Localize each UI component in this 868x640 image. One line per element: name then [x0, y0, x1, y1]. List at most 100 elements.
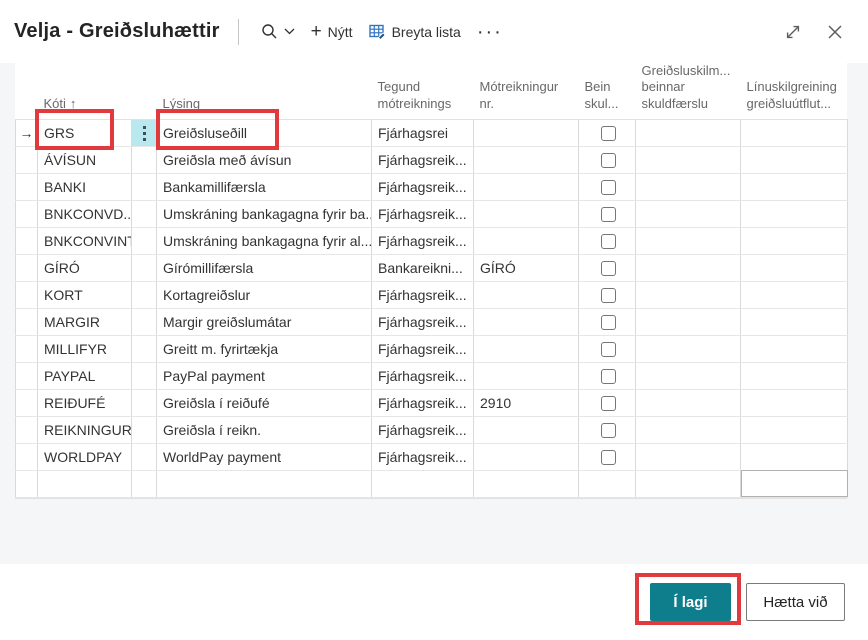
new-button[interactable]: + Nýtt	[303, 18, 361, 46]
account-type-cell[interactable]: Fjárhagsreik...	[372, 335, 474, 362]
code-cell[interactable]: ÁVÍSUN	[38, 146, 132, 173]
debit-terms-cell[interactable]	[636, 416, 741, 443]
debit-terms-cell[interactable]	[636, 227, 741, 254]
account-type-cell[interactable]: Fjárhagsrei	[372, 119, 474, 146]
line-definition-cell[interactable]	[741, 200, 848, 227]
row-selector-cell[interactable]	[16, 443, 38, 470]
row-selector-cell[interactable]	[16, 308, 38, 335]
direct-debit-checkbox[interactable]	[601, 180, 616, 195]
debit-terms-cell[interactable]	[636, 146, 741, 173]
description-cell[interactable]: Greiðsla með ávísun	[157, 146, 372, 173]
debit-terms-cell[interactable]	[636, 119, 741, 146]
description-cell[interactable]: Umskráning bankagagna fyrir ba...	[157, 200, 372, 227]
account-no-cell[interactable]	[474, 335, 579, 362]
description-cell[interactable]: Greitt m. fyrirtækja	[157, 335, 372, 362]
account-type-cell[interactable]: Fjárhagsreik...	[372, 362, 474, 389]
ok-button[interactable]: Í lagi	[650, 583, 731, 621]
line-definition-cell[interactable]	[741, 362, 848, 389]
row-options-cell[interactable]	[132, 443, 157, 470]
row-selector-cell[interactable]	[16, 173, 38, 200]
direct-debit-cell[interactable]	[579, 254, 636, 281]
row-options-cell[interactable]	[132, 146, 157, 173]
direct-debit-cell[interactable]	[579, 227, 636, 254]
line-definition-cell[interactable]	[741, 281, 848, 308]
code-cell[interactable]: BNKCONVD...	[38, 200, 132, 227]
account-no-cell[interactable]	[474, 173, 579, 200]
description-cell[interactable]: Margir greiðslumátar	[157, 308, 372, 335]
description-cell[interactable]: Greiðsluseðill	[157, 119, 372, 146]
code-cell[interactable]: GÍRÓ	[38, 254, 132, 281]
direct-debit-checkbox[interactable]	[601, 369, 616, 384]
row-options-cell[interactable]	[132, 416, 157, 443]
row-options-cell[interactable]	[132, 119, 157, 146]
description-cell[interactable]: Bankamillifærsla	[157, 173, 372, 200]
direct-debit-cell[interactable]	[579, 416, 636, 443]
direct-debit-checkbox[interactable]	[601, 450, 616, 465]
direct-debit-checkbox[interactable]	[601, 342, 616, 357]
direct-debit-checkbox[interactable]	[601, 234, 616, 249]
direct-debit-checkbox[interactable]	[601, 207, 616, 222]
table-row[interactable]: PAYPAL PayPal paymentFjárhagsreik...	[16, 362, 848, 389]
row-options-cell[interactable]	[132, 389, 157, 416]
account-type-cell[interactable]: Fjárhagsreik...	[372, 308, 474, 335]
code-cell[interactable]: PAYPAL	[38, 362, 132, 389]
row-selector-cell[interactable]	[16, 146, 38, 173]
header-account-no[interactable]: Mótreikningur nr.	[474, 63, 579, 119]
description-cell[interactable]: Gírómillifærsla	[157, 254, 372, 281]
header-line-definition[interactable]: Línuskilgreining greiðsluútflut...	[741, 63, 848, 119]
account-type-cell[interactable]: Fjárhagsreik...	[372, 146, 474, 173]
debit-terms-cell[interactable]	[636, 335, 741, 362]
row-selector-cell[interactable]	[16, 335, 38, 362]
direct-debit-cell[interactable]	[579, 389, 636, 416]
row-menu-icon[interactable]	[143, 126, 146, 141]
code-cell[interactable]: GRS	[38, 119, 132, 146]
line-definition-cell[interactable]	[741, 173, 848, 200]
account-type-cell[interactable]: Fjárhagsreik...	[372, 389, 474, 416]
account-no-cell[interactable]	[474, 443, 579, 470]
account-type-cell[interactable]: Bankareikni...	[372, 254, 474, 281]
table-row[interactable]: GÍRÓGírómillifærslaBankareikni...GÍRÓ	[16, 254, 848, 281]
account-no-cell[interactable]	[474, 146, 579, 173]
header-direct-debit[interactable]: Bein skul...	[579, 63, 636, 119]
table-row[interactable]: REIKNINGURGreiðsla í reikn.Fjárhagsreik.…	[16, 416, 848, 443]
direct-debit-cell[interactable]	[579, 173, 636, 200]
direct-debit-checkbox[interactable]	[601, 153, 616, 168]
direct-debit-checkbox[interactable]	[601, 423, 616, 438]
search-button[interactable]	[253, 17, 303, 46]
direct-debit-cell[interactable]	[579, 362, 636, 389]
account-no-cell[interactable]	[474, 308, 579, 335]
edit-list-button[interactable]: Breyta lista	[361, 17, 469, 46]
description-cell[interactable]: Greiðsla í reikn.	[157, 416, 372, 443]
code-cell[interactable]: REIÐUFÉ	[38, 389, 132, 416]
row-selector-cell[interactable]	[16, 200, 38, 227]
description-cell[interactable]: Greiðsla í reiðufé	[157, 389, 372, 416]
direct-debit-cell[interactable]	[579, 200, 636, 227]
direct-debit-checkbox[interactable]	[601, 315, 616, 330]
description-cell[interactable]: PayPal payment	[157, 362, 372, 389]
code-cell[interactable]: MARGIR	[38, 308, 132, 335]
row-options-cell[interactable]	[132, 227, 157, 254]
row-selector-cell[interactable]	[16, 227, 38, 254]
table-row[interactable]: ÁVÍSUN Greiðsla með ávísunFjárhagsreik...	[16, 146, 848, 173]
line-definition-cell[interactable]	[741, 119, 848, 146]
account-type-cell[interactable]: Fjárhagsreik...	[372, 443, 474, 470]
account-no-cell[interactable]	[474, 362, 579, 389]
close-button[interactable]	[822, 19, 848, 45]
account-no-cell[interactable]	[474, 119, 579, 146]
direct-debit-cell[interactable]	[579, 146, 636, 173]
line-definition-cell[interactable]	[741, 443, 848, 470]
direct-debit-cell[interactable]	[579, 281, 636, 308]
line-definition-cell[interactable]	[741, 335, 848, 362]
direct-debit-cell[interactable]	[579, 335, 636, 362]
description-cell[interactable]: Umskráning bankagagna fyrir al...	[157, 227, 372, 254]
table-row[interactable]: BNKCONVD... Umskráning bankagagna fyrir b…	[16, 200, 848, 227]
row-selector-cell[interactable]	[16, 389, 38, 416]
line-definition-cell[interactable]	[741, 254, 848, 281]
table-row[interactable]: BNKCONVINTUmskráning bankagagna fyrir al…	[16, 227, 848, 254]
table-row[interactable]: →GRS GreiðsluseðillFjárhagsrei	[16, 119, 848, 146]
direct-debit-cell[interactable]	[579, 119, 636, 146]
account-no-cell[interactable]	[474, 281, 579, 308]
table-row[interactable]: REIÐUFÉ Greiðsla í reiðuféFjárhagsreik...…	[16, 389, 848, 416]
table-row[interactable]: BANKIBankamillifærslaFjárhagsreik...	[16, 173, 848, 200]
row-selector-cell[interactable]: →	[16, 119, 38, 146]
